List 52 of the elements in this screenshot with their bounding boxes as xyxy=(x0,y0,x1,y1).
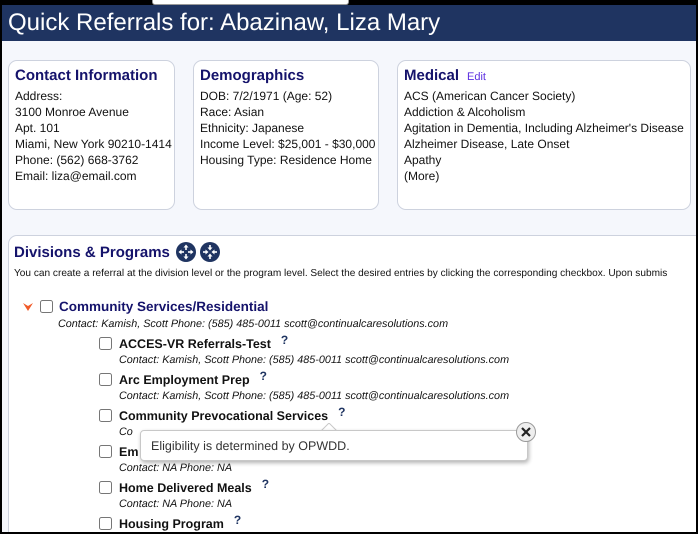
card-line: Agitation in Dementia, Including Alzheimer's Disease xyxy=(404,120,684,136)
card-title: Demographics xyxy=(200,67,304,84)
program-contact: Contact: NA Phone: NA xyxy=(119,498,232,510)
program-contact: Contact: Kamish, Scott Phone: (585) 485-0011 scott@continualcaresolutions.com xyxy=(119,390,510,402)
card-line: Apathy xyxy=(404,152,442,168)
program-checkbox[interactable] xyxy=(99,481,112,494)
section-title: Divisions & Programs xyxy=(14,244,170,260)
close-icon[interactable] xyxy=(516,422,536,442)
card-line: Phone: (562) 668-3762 xyxy=(15,152,140,168)
program-name: Housing Program xyxy=(119,516,224,530)
instructions-text: You can create a referral at the division level or the program level. Select the desired entries by clicking the corresponding checkbox. Upon submis xyxy=(14,268,668,279)
collapse-chevron-icon[interactable] xyxy=(22,302,34,312)
card-line: DOB: 7/2/1971 (Age: 52) xyxy=(200,88,334,104)
program-name: Arc Employment Prep xyxy=(119,372,250,386)
program-name: Community Prevocational Services xyxy=(119,408,328,422)
division-contact: Contact: Kamish, Scott Phone: (585) 485-0011 scott@continualcaresolutions.com xyxy=(58,318,448,330)
program-name: Em xyxy=(119,444,138,458)
card-line: Housing Type: Residence Home xyxy=(200,152,372,168)
card-title: Medical xyxy=(404,67,460,84)
help-link[interactable]: ? xyxy=(280,332,288,346)
program-contact: Contact: NA Phone: NA xyxy=(119,462,232,474)
card-line: 3100 Monroe Avenue xyxy=(15,104,130,120)
program-contact: Contact: Kamish, Scott Phone: (585) 485-0011 scott@continualcaresolutions.com xyxy=(119,354,510,366)
division-name: Community Services/Residential xyxy=(59,299,268,314)
program-contact: Co xyxy=(119,426,133,438)
division-checkbox[interactable] xyxy=(40,300,53,313)
help-link[interactable]: ? xyxy=(262,476,270,490)
collapse-all-icon[interactable] xyxy=(200,242,220,262)
program-checkbox[interactable] xyxy=(99,409,112,422)
card-line: Apt. 101 xyxy=(15,120,61,136)
help-link[interactable]: ? xyxy=(338,404,346,418)
program-checkbox[interactable] xyxy=(99,445,112,458)
card-line: Race: Asian xyxy=(200,104,266,120)
card-line: Address: xyxy=(15,88,64,104)
help-link[interactable]: ? xyxy=(260,368,267,382)
card-line: Email: liza@email.com xyxy=(15,168,138,184)
help-link[interactable]: ? xyxy=(234,512,242,526)
card-line: Alzheimer Disease, Late Onset xyxy=(404,136,570,152)
program-checkbox[interactable] xyxy=(99,517,112,530)
card-line: Addiction & Alcoholism xyxy=(404,104,526,120)
program-name: Home Delivered Meals xyxy=(119,480,252,494)
card-title: Contact Information xyxy=(15,67,158,84)
page-title: Quick Referrals for: Abazinaw, Liza Mary xyxy=(2,5,696,41)
program-name: ACCES-VR Referrals-Test xyxy=(119,336,271,350)
card-line: ACS (American Cancer Society) xyxy=(404,88,576,104)
program-checkbox[interactable] xyxy=(99,373,112,386)
program-checkbox[interactable] xyxy=(99,337,112,350)
edit-link[interactable]: Edit xyxy=(467,71,486,83)
card-line: (More) xyxy=(404,168,440,184)
expand-all-icon[interactable] xyxy=(176,242,196,262)
popover-text: Eligibility is determined by OPWDD. xyxy=(151,439,350,453)
card-line: Ethnicity: Japanese xyxy=(200,120,306,136)
